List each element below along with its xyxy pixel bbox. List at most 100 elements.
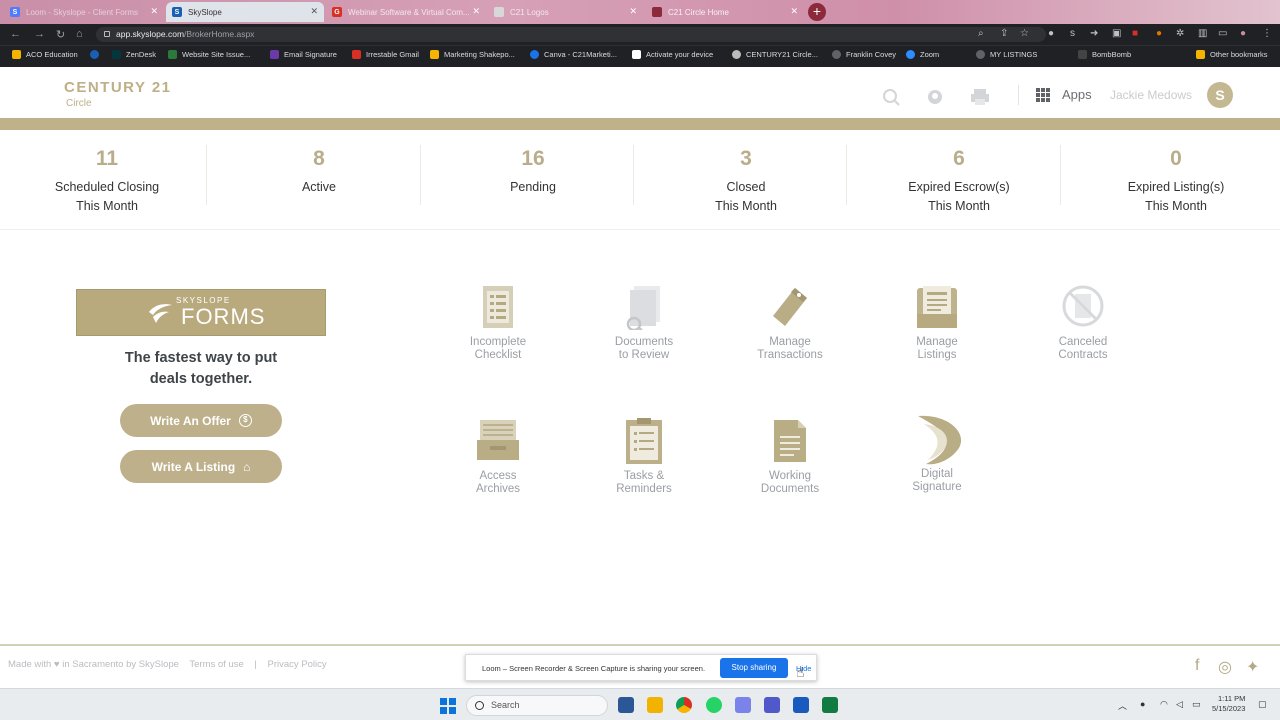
word-icon[interactable]: [793, 697, 809, 713]
twitter-icon[interactable]: ✦: [1246, 657, 1259, 677]
puzzle-icon[interactable]: ✲: [1176, 28, 1184, 39]
facebook-icon[interactable]: f: [1195, 657, 1199, 675]
century21-logo[interactable]: CENTURY 21: [64, 79, 172, 96]
tile-tasks-reminders[interactable]: Tasks & Reminders: [584, 418, 704, 496]
window-icon[interactable]: ▭: [1218, 28, 1227, 39]
forward-icon[interactable]: →: [34, 28, 45, 40]
app-icon[interactable]: [735, 697, 751, 713]
tray-chevron-icon[interactable]: ︿: [1118, 699, 1127, 712]
bookmark-item[interactable]: ACO Education: [12, 50, 78, 59]
extension-icon[interactable]: ➜: [1090, 28, 1098, 39]
profile-icon[interactable]: ●: [1240, 28, 1246, 39]
extension-icon[interactable]: s: [1070, 28, 1075, 39]
stat-pending[interactable]: 16 Pending: [426, 148, 640, 197]
bookmark-item[interactable]: [90, 50, 104, 59]
bookmark-item[interactable]: Marketing Shakepo...: [430, 50, 515, 59]
stop-sharing-button[interactable]: Stop sharing: [720, 658, 788, 678]
bookmark-item[interactable]: CENTURY21 Circle...: [732, 50, 818, 59]
taskbar-search[interactable]: Search: [466, 695, 608, 716]
zoom-icon[interactable]: ⌕: [978, 28, 984, 39]
print-icon[interactable]: [970, 88, 990, 106]
apps-menu[interactable]: Apps: [1062, 87, 1092, 102]
skyslope-forms-banner[interactable]: SKYSLOPE FORMS: [76, 289, 326, 336]
system-clock[interactable]: 1:11 PM 5/15/2023: [1212, 694, 1245, 714]
close-tab-icon[interactable]: ✕: [150, 6, 158, 17]
excel-icon[interactable]: [822, 697, 838, 713]
browser-tab-active[interactable]: S SkySlope ✕: [166, 2, 324, 22]
user-name[interactable]: Jackie Medows: [1110, 88, 1192, 102]
chrome-icon[interactable]: [676, 697, 692, 713]
bookmark-item[interactable]: BombBomb: [1078, 50, 1131, 59]
bookmark-item[interactable]: Franklin Covey: [832, 50, 896, 59]
windows-start-icon[interactable]: [440, 698, 456, 714]
privacy-link[interactable]: Privacy Policy: [268, 659, 327, 670]
tile-access-archives[interactable]: Access Archives: [438, 418, 558, 496]
outlook-icon[interactable]: [618, 697, 634, 713]
terms-link[interactable]: Terms of use: [189, 659, 243, 670]
battery-icon[interactable]: ▭: [1192, 699, 1201, 710]
url-field[interactable]: app.skyslope.com/BrokerHome.aspx: [96, 27, 1046, 42]
home-icon[interactable]: ⌂: [76, 28, 83, 40]
bookmark-item[interactable]: Email Signature: [270, 50, 337, 59]
stat-label: Scheduled Closing: [54, 180, 160, 194]
tile-incomplete-checklist[interactable]: Incomplete Checklist: [438, 284, 558, 362]
close-tab-icon[interactable]: ✕: [310, 6, 318, 17]
tile-manage-transactions[interactable]: Manage Transactions: [730, 284, 850, 362]
bookmark-item[interactable]: Zoom: [906, 50, 939, 59]
instagram-icon[interactable]: ◎: [1218, 657, 1232, 677]
browser-tab[interactable]: C21 Circle Home ✕: [646, 2, 804, 22]
apps-grid-icon[interactable]: [1036, 88, 1050, 102]
browser-tab[interactable]: G Webinar Software & Virtual Com... ✕: [326, 2, 486, 22]
pdf-extension-icon[interactable]: ■: [1132, 28, 1138, 39]
whatsapp-icon[interactable]: [706, 697, 722, 713]
browser-tab[interactable]: C21 Logos ✕: [488, 2, 643, 22]
stat-active[interactable]: 8 Active: [212, 148, 426, 197]
tile-digital-signature[interactable]: Digital Signature: [877, 414, 997, 494]
avatar[interactable]: S: [1207, 82, 1233, 108]
stat-scheduled-closing[interactable]: 11 Scheduled Closing This Month: [0, 148, 214, 216]
write-offer-label: Write An Offer: [150, 413, 231, 428]
extension-icon[interactable]: ●: [1156, 28, 1162, 39]
sidebar-icon[interactable]: ▥: [1198, 28, 1207, 39]
microphone-icon[interactable]: ●: [1140, 699, 1145, 709]
bookmark-item[interactable]: Canva - C21Marketi...: [530, 50, 617, 59]
lock-icon[interactable]: [104, 31, 110, 37]
share-icon[interactable]: ⇪: [1000, 28, 1008, 39]
bookmark-item[interactable]: MY LISTINGS: [976, 50, 1037, 59]
write-listing-button[interactable]: Write A Listing ⌂: [120, 450, 282, 483]
new-tab-button[interactable]: +: [808, 3, 826, 21]
browser-tab[interactable]: S Loom - Skyslope - Client Forms ✕: [4, 2, 164, 22]
reload-icon[interactable]: ↻: [56, 28, 65, 41]
write-offer-button[interactable]: Write An Offer $: [120, 404, 282, 437]
tile-canceled-contracts[interactable]: Canceled Contracts: [1023, 284, 1143, 362]
extension-icon[interactable]: ●: [1048, 28, 1054, 39]
menu-icon[interactable]: ⋮: [1262, 28, 1272, 39]
bookmark-item[interactable]: ZenDesk: [112, 50, 156, 59]
tile-manage-listings[interactable]: Manage Listings: [877, 284, 997, 362]
stat-expired-listings[interactable]: 0 Expired Listing(s) This Month: [1069, 148, 1280, 216]
back-icon[interactable]: ←: [10, 28, 21, 40]
working-documents-icon: [774, 420, 806, 462]
close-tab-icon[interactable]: ✕: [790, 6, 798, 17]
extension-icon[interactable]: ▣: [1112, 28, 1121, 39]
file-explorer-icon[interactable]: [647, 697, 663, 713]
support-icon[interactable]: [926, 88, 944, 106]
bookmark-item[interactable]: Irrestable Gmail: [352, 50, 419, 59]
wifi-icon[interactable]: ◠: [1160, 699, 1168, 710]
tile-working-documents[interactable]: Working Documents: [730, 418, 850, 496]
close-tab-icon[interactable]: ✕: [472, 6, 480, 17]
bombbomb-icon: [1078, 50, 1087, 59]
notification-icon[interactable]: ▢: [1258, 699, 1267, 710]
bookmark-star-icon[interactable]: ☆: [1020, 28, 1029, 39]
bookmark-item[interactable]: Website Site Issue...: [168, 50, 250, 59]
bookmark-item[interactable]: Activate your device: [632, 50, 713, 59]
transactions-icon: [773, 288, 807, 326]
tile-documents-to-review[interactable]: Documents to Review: [584, 284, 704, 362]
stat-closed[interactable]: 3 Closed This Month: [639, 148, 853, 216]
other-bookmarks[interactable]: Other bookmarks: [1196, 50, 1268, 59]
volume-icon[interactable]: ◁: [1176, 699, 1183, 710]
stat-expired-escrows[interactable]: 6 Expired Escrow(s) This Month: [852, 148, 1066, 216]
close-tab-icon[interactable]: ✕: [629, 6, 637, 17]
search-icon[interactable]: [882, 88, 900, 106]
teams-icon[interactable]: [764, 697, 780, 713]
